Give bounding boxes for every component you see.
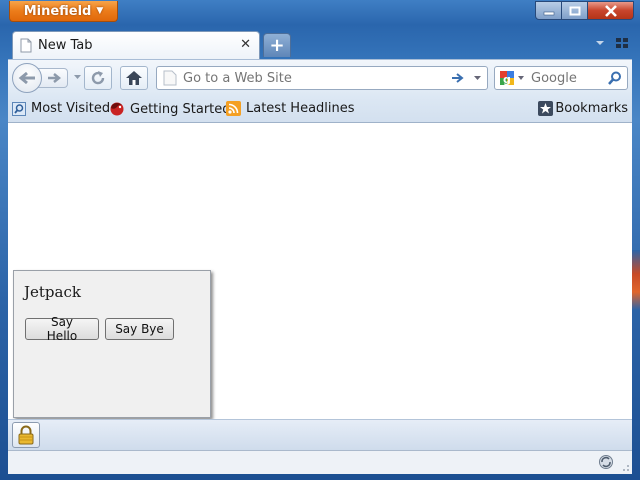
rss-feed-icon	[226, 101, 241, 116]
bookmark-latest-headlines[interactable]: Latest Headlines	[226, 101, 355, 116]
bookmark-getting-started[interactable]: Getting Started	[109, 101, 231, 117]
bookmark-label: Latest Headlines	[246, 101, 355, 116]
maximize-button[interactable]	[562, 1, 588, 20]
arrow-right-icon	[47, 73, 61, 83]
tab-close-icon[interactable]: ✕	[240, 37, 251, 52]
app-menu-label: Minefield	[23, 3, 92, 19]
panorama-icon[interactable]	[616, 38, 628, 48]
bookmark-most-visited[interactable]: Most Visited	[12, 101, 110, 116]
bookmark-label: Most Visited	[31, 101, 111, 116]
close-icon	[604, 4, 617, 17]
reload-button[interactable]	[84, 66, 112, 90]
addon-bar	[8, 419, 632, 450]
tab-label: New Tab	[38, 38, 93, 53]
navigation-toolbar: g	[8, 59, 632, 96]
history-dropdown-icon[interactable]	[74, 75, 81, 80]
jetpack-panel: Jetpack Say Hello Say Bye	[13, 270, 211, 418]
new-tab-button[interactable]: +	[263, 33, 291, 57]
most-visited-icon	[12, 101, 26, 116]
plus-icon: +	[269, 35, 285, 56]
bookmark-label: Getting Started	[130, 101, 231, 117]
jetpack-widget-button[interactable]	[12, 422, 40, 448]
window-edge-highlight	[632, 250, 640, 310]
list-all-tabs-icon[interactable]	[596, 40, 604, 46]
minimize-button[interactable]	[535, 1, 562, 20]
tab-new-tab[interactable]: New Tab ✕	[12, 31, 260, 59]
browser-window: Minefield ▼ New Tab ✕ + Go to a Web Site…	[0, 0, 640, 480]
home-icon	[126, 71, 142, 85]
url-bar[interactable]	[156, 66, 488, 90]
say-bye-button[interactable]: Say Bye	[105, 318, 174, 340]
panel-title: Jetpack	[24, 283, 81, 301]
firefox-icon	[110, 102, 124, 116]
minimize-icon	[543, 11, 554, 15]
bookmarks-toolbar: Most Visited Getting Started Latest Head…	[8, 95, 632, 123]
status-bar	[8, 450, 632, 474]
resize-grip-icon[interactable]	[620, 462, 630, 472]
google-icon[interactable]: g	[499, 70, 525, 86]
search-bar[interactable]: g	[494, 66, 628, 90]
back-forward-group	[12, 63, 70, 93]
search-icon[interactable]	[608, 71, 622, 85]
back-button[interactable]	[12, 63, 42, 93]
close-window-button[interactable]	[588, 1, 634, 20]
go-arrow-icon[interactable]	[451, 71, 465, 85]
arrow-left-icon	[18, 71, 35, 85]
chevron-down-icon: ▼	[96, 6, 104, 16]
bookmarks-menu-label: Bookmarks	[555, 101, 628, 116]
window-controls	[535, 1, 634, 21]
say-hello-button[interactable]: Say Hello	[25, 315, 99, 343]
bookmark-star-icon	[538, 101, 554, 116]
reload-icon	[91, 71, 105, 85]
lock-icon	[18, 425, 34, 445]
maximize-icon	[569, 6, 580, 15]
search-input[interactable]	[531, 70, 605, 86]
app-menu-button[interactable]: Minefield ▼	[9, 1, 118, 22]
tab-strip-controls	[596, 38, 628, 48]
home-button[interactable]	[120, 66, 148, 90]
sync-icon[interactable]	[598, 454, 614, 470]
page-icon	[20, 38, 32, 53]
svg-text:g: g	[503, 73, 511, 86]
site-identity-icon[interactable]	[163, 70, 177, 86]
url-dropdown-icon[interactable]	[474, 76, 481, 81]
forward-button[interactable]	[38, 68, 68, 88]
bookmarks-menu-button[interactable]: Bookmarks	[538, 101, 628, 116]
url-input[interactable]	[183, 70, 443, 86]
